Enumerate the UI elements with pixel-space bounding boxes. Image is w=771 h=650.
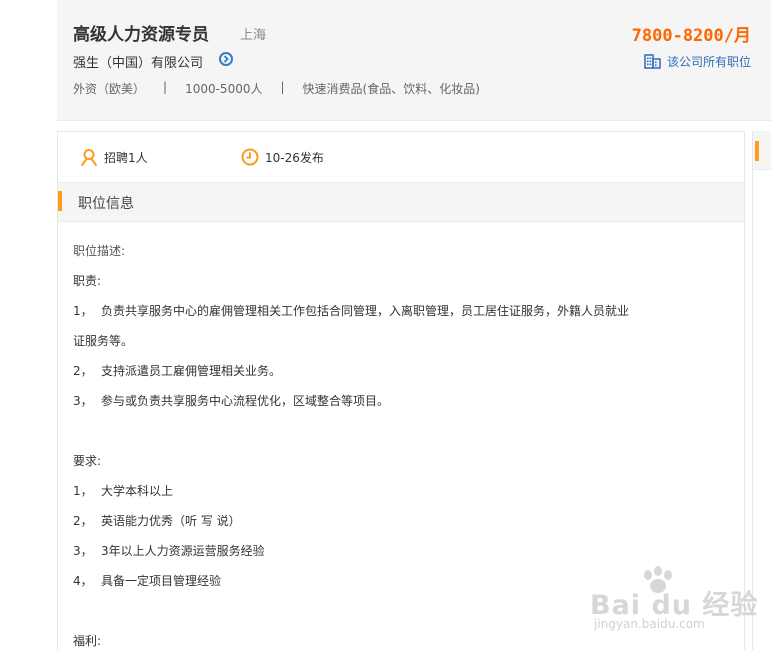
company-meta: 外资（欧美） | 1000-5000人 | 快速消费品(食品、饮料、化妆品) xyxy=(73,80,480,97)
job-location: 上海 xyxy=(240,28,267,43)
section-accent-bar xyxy=(58,191,62,211)
list-number: 1， xyxy=(73,304,93,318)
list-item: 3， 3年以上人力资源运营服务经验 xyxy=(73,536,723,566)
all-company-jobs-link[interactable]: 该公司所有职位 xyxy=(644,53,751,70)
company-name-link[interactable]: 强生（中国）有限公司 xyxy=(73,52,203,71)
all-company-jobs-label: 该公司所有职位 xyxy=(666,55,751,69)
list-number: 4， xyxy=(73,574,93,588)
job-body: 招聘1人 10-26发布 职位信息 职位描述: 职责: 1， 负责共享服务中心的雇… xyxy=(57,131,745,650)
list-text: 证服务等。 xyxy=(73,334,134,348)
job-title: 高级人力资源专员 xyxy=(73,25,209,45)
quick-stats: 招聘1人 10-26发布 xyxy=(58,132,744,183)
list-text: 大学本科以上 xyxy=(101,484,174,498)
person-icon xyxy=(81,149,97,166)
posted-stat: 10-26发布 xyxy=(241,148,324,166)
building-icon xyxy=(644,54,661,69)
meta-separator: | xyxy=(163,80,168,94)
sidebar-section-header xyxy=(753,131,771,170)
list-text: 3年以上人力资源运营服务经验 xyxy=(101,544,265,558)
list-number: 1， xyxy=(73,484,93,498)
section-title: 职位信息 xyxy=(78,196,134,212)
job-description: 职位描述: 职责: 1， 负责共享服务中心的雇佣管理相关工作包括合同管理，入离职管… xyxy=(73,236,723,650)
company-type: 外资（欧美） xyxy=(73,82,146,96)
section-header-job-info: 职位信息 xyxy=(58,183,744,222)
list-item: 2， 支持派遣员工雇佣管理相关业务。 xyxy=(73,356,723,386)
requirements-heading: 要求: xyxy=(73,454,102,468)
clock-icon xyxy=(241,148,259,166)
list-number: 2， xyxy=(73,514,93,528)
job-detail-page: 高级人力资源专员 上海 7800-8200/月 强生（中国）有限公司 该公司所有… xyxy=(0,0,771,650)
list-number: 3， xyxy=(73,394,93,408)
description-heading: 职位描述: xyxy=(73,244,126,258)
list-number: 3， xyxy=(73,544,93,558)
list-item: 2， 英语能力优秀（听 写 说） xyxy=(73,506,723,536)
section-accent-bar xyxy=(755,141,759,161)
list-text: 参与或负责共享服务中心流程优化，区域整合等项目。 xyxy=(101,394,390,408)
company-industry: 快速消费品(食品、饮料、化妆品) xyxy=(302,82,480,96)
duties-heading: 职责: xyxy=(73,274,102,288)
list-item: 证服务等。 xyxy=(73,326,723,356)
meta-separator: | xyxy=(280,80,285,94)
list-number: 2， xyxy=(73,364,93,378)
sidebar-panel xyxy=(752,131,771,650)
list-item: 1， 负责共享服务中心的雇佣管理相关工作包括合同管理，入离职管理，员工居住证服务，… xyxy=(73,296,723,326)
benefits-heading: 福利: xyxy=(73,634,102,648)
company-size: 1000-5000人 xyxy=(185,82,263,96)
headcount-stat: 招聘1人 xyxy=(80,148,148,166)
list-text: 英语能力优秀（听 写 说） xyxy=(101,514,241,528)
chevron-right-circle-icon[interactable] xyxy=(219,52,233,66)
list-text: 具备一定项目管理经验 xyxy=(101,574,222,588)
list-text: 负责共享服务中心的雇佣管理相关工作包括合同管理，入离职管理，员工居住证服务，外籍… xyxy=(101,304,630,318)
list-item: 4， 具备一定项目管理经验 xyxy=(73,566,723,596)
list-item: 3， 参与或负责共享服务中心流程优化，区域整合等项目。 xyxy=(73,386,723,416)
list-text: 支持派遣员工雇佣管理相关业务。 xyxy=(101,364,282,378)
posted-text: 10-26发布 xyxy=(265,150,324,165)
job-header: 高级人力资源专员 上海 7800-8200/月 强生（中国）有限公司 该公司所有… xyxy=(57,0,771,121)
headcount-text: 招聘1人 xyxy=(104,150,148,165)
list-item: 1， 大学本科以上 xyxy=(73,476,723,506)
job-salary: 7800-8200/月 xyxy=(631,26,751,46)
